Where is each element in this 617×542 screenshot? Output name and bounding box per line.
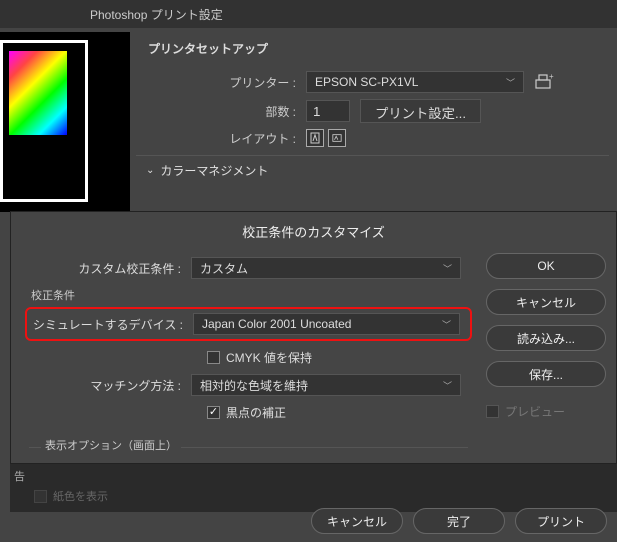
preserve-cmyk-label: CMYK 値を保持 — [226, 349, 312, 366]
custom-condition-value: カスタム — [200, 260, 248, 277]
chevron-down-icon: ﹀ — [443, 379, 452, 392]
color-management-section[interactable]: ⌄ カラーマネジメント — [136, 155, 609, 185]
window-title: Photoshop プリント設定 — [90, 6, 223, 23]
preview-label: プレビュー — [505, 403, 565, 420]
svg-text:+: + — [549, 73, 554, 81]
print-settings-button[interactable]: プリント設定... — [360, 99, 481, 123]
device-value: Japan Color 2001 Uncoated — [202, 317, 351, 331]
done-button[interactable]: 完了 — [413, 508, 505, 534]
custom-condition-label: カスタム校正条件 : — [21, 260, 191, 277]
save-button[interactable]: 保存... — [486, 361, 606, 387]
blackpoint-label: 黒点の補正 — [226, 404, 286, 421]
preview-image — [9, 51, 67, 135]
custom-condition-select[interactable]: カスタム ﹀ — [191, 257, 461, 279]
layout-portrait-icon[interactable] — [306, 129, 324, 147]
printer-select[interactable]: EPSON SC-PX1VL ﹀ — [306, 71, 524, 93]
printer-value: EPSON SC-PX1VL — [315, 75, 418, 89]
cancel-print-button[interactable]: キャンセル — [311, 508, 403, 534]
copies-input[interactable] — [306, 100, 350, 122]
copies-label: 部数 : — [136, 103, 306, 120]
proof-conditions-label: 校正条件 — [31, 287, 476, 303]
preview-checkbox — [486, 405, 499, 418]
matching-select[interactable]: 相対的な色域を維持 ﹀ — [191, 374, 461, 396]
device-row-highlight: シミュレートするデバイス : Japan Color 2001 Uncoated… — [25, 307, 472, 341]
bottom-strip: 告 紙色を表示 — [10, 464, 617, 512]
print-panel: プリンタセットアップ プリンター : EPSON SC-PX1VL ﹀ + 部数… — [0, 28, 617, 542]
printer-setup-panel: プリンタセットアップ プリンター : EPSON SC-PX1VL ﹀ + 部数… — [136, 32, 609, 185]
dialog-title: 校正条件のカスタマイズ — [11, 212, 616, 249]
blackpoint-checkbox[interactable] — [207, 406, 220, 419]
proof-setup-dialog: 校正条件のカスタマイズ カスタム校正条件 : カスタム ﹀ 校正条件 シミュレー… — [10, 211, 617, 464]
device-label: シミュレートするデバイス : — [29, 316, 193, 333]
printer-add-icon[interactable]: + — [534, 73, 554, 91]
print-button[interactable]: プリント — [515, 508, 607, 534]
device-select[interactable]: Japan Color 2001 Uncoated ﹀ — [193, 313, 460, 335]
chevron-down-icon: ﹀ — [442, 318, 451, 331]
window-titlebar: Photoshop プリント設定 — [0, 0, 617, 28]
warn-prefix: 告 — [14, 468, 25, 484]
preserve-cmyk-checkbox[interactable] — [207, 351, 220, 364]
chevron-down-icon: ﹀ — [443, 262, 452, 275]
layout-label: レイアウト : — [136, 130, 306, 147]
show-paper-label: 紙色を表示 — [53, 488, 108, 504]
chevron-down-icon: ⌄ — [146, 165, 154, 176]
show-paper-checkbox — [34, 490, 47, 503]
display-options-label: 表示オプション（画面上） — [41, 437, 181, 453]
matching-label: マッチング方法 : — [21, 377, 191, 394]
printer-label: プリンター : — [136, 74, 306, 91]
load-button[interactable]: 読み込み... — [486, 325, 606, 351]
ok-button[interactable]: OK — [486, 253, 606, 279]
print-preview-area — [0, 32, 130, 212]
matching-value: 相対的な色域を維持 — [200, 377, 308, 394]
chevron-down-icon: ﹀ — [506, 76, 515, 89]
printer-setup-header: プリンタセットアップ — [136, 32, 609, 65]
preview-page — [0, 40, 88, 202]
cancel-button[interactable]: キャンセル — [486, 289, 606, 315]
color-management-label: カラーマネジメント — [160, 162, 268, 179]
layout-landscape-icon[interactable] — [328, 129, 346, 147]
dialog-bottom-buttons: キャンセル 完了 プリント — [311, 508, 607, 534]
